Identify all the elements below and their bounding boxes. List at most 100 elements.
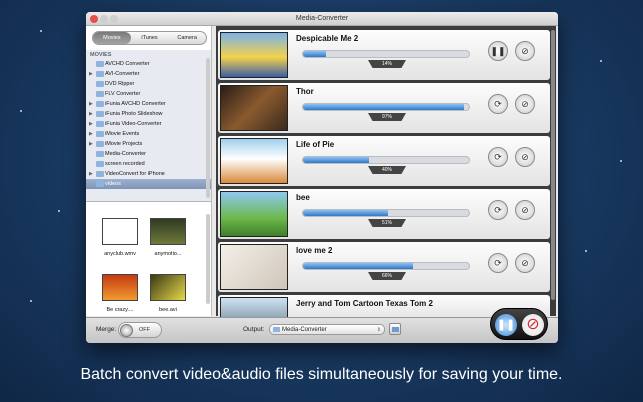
source-item[interactable]: FLV Converter (86, 89, 211, 99)
reconvert-button[interactable]: ⟳ (488, 94, 508, 114)
promo-caption: Batch convert video&audio files simultan… (80, 366, 563, 383)
folder-icon (96, 71, 104, 77)
bottom-toolbar: Merge: OFF Output: Media-Converter ⇕ ❚❚ … (86, 308, 558, 343)
cancel-button[interactable]: ⊘ (515, 147, 535, 167)
source-item-label: iMovie Projects (105, 141, 143, 147)
minimize-window-button[interactable] (100, 15, 108, 23)
disclosure-triangle-icon[interactable]: ▶ (89, 99, 93, 109)
merge-state: OFF (139, 327, 150, 333)
video-thumbnail (220, 297, 288, 319)
thumbnail-label: bee.avi (159, 307, 177, 313)
thumbnail-image (102, 218, 138, 245)
source-item[interactable]: ▶ iFunia Photo Slideshow (86, 109, 211, 119)
source-item[interactable]: screen recorded (86, 159, 211, 169)
source-item[interactable]: Media-Converter (86, 149, 211, 159)
folder-icon (96, 121, 104, 127)
stop-all-button[interactable]: ⊘ (522, 314, 544, 336)
star (58, 210, 60, 212)
progress-bar (302, 103, 470, 111)
conversion-row[interactable]: Despicable Me 2 14% ❚❚ ⊘ (218, 30, 550, 80)
thumbnail-item[interactable]: bee.avi (146, 274, 190, 313)
source-item[interactable]: ▶ iMovie Events (86, 129, 211, 139)
thumbnail-item[interactable]: anymotio... (146, 218, 190, 257)
source-list-scrollbar[interactable] (206, 58, 210, 198)
output-folder-select[interactable]: Media-Converter ⇕ (269, 324, 385, 335)
star (40, 30, 42, 32)
progress-label: 51% (368, 219, 406, 227)
conversion-title: bee (296, 193, 310, 202)
conversion-row[interactable]: bee 51% ⟳ ⊘ (218, 189, 550, 239)
folder-icon (96, 91, 104, 97)
source-item-label: iFunia Photo Slideshow (105, 111, 163, 117)
folder-icon (273, 327, 280, 332)
thumbnail-browser: anyclub.wmv anymotio... Be crazy.... bee… (86, 204, 211, 316)
disclosure-triangle-icon[interactable]: ▶ (89, 169, 93, 179)
browse-folder-button[interactable] (389, 323, 401, 335)
title-bar: Media-Converter (86, 12, 558, 26)
conversion-row[interactable]: Life of Pie 40% ⟳ ⊘ (218, 136, 550, 186)
source-item[interactable]: ▶ AVI-Converter (86, 69, 211, 79)
progress-bar (302, 262, 470, 270)
star (600, 60, 602, 62)
conversion-scrollbar[interactable] (551, 30, 555, 300)
progress-label: 14% (368, 60, 406, 68)
source-item[interactable]: ▶ iFunia AVCHD Converter (86, 99, 211, 109)
disclosure-triangle-icon[interactable]: ▶ (89, 119, 93, 129)
reconvert-button[interactable]: ⟳ (488, 147, 508, 167)
progress-fill (303, 157, 370, 163)
progress-label: 40% (368, 166, 406, 174)
folder-icon (96, 131, 104, 137)
main-control-panel: ❚❚ ⊘ (490, 308, 548, 340)
progress-fill (303, 51, 327, 57)
thumbnail-item[interactable]: anyclub.wmv (98, 218, 142, 257)
progress-label: 66% (368, 272, 406, 280)
folder-icon (96, 151, 104, 157)
progress-fill (303, 104, 465, 110)
merge-label: Merge: (96, 326, 117, 333)
source-item[interactable]: ▶ VideoConvert for iPhone (86, 169, 211, 179)
pause-all-button[interactable]: ❚❚ (495, 314, 517, 336)
zoom-window-button[interactable] (110, 15, 118, 23)
cancel-button[interactable]: ⊘ (515, 253, 535, 273)
tab-camera[interactable]: Camera (168, 32, 206, 44)
tab-movies[interactable]: Movies (93, 32, 131, 44)
folder-icon (392, 327, 399, 332)
source-item-label: iMovie Events (105, 131, 140, 137)
source-list: MOVIES AVCHD Converter ▶ AVI-Converter DVD … (86, 50, 211, 202)
source-item-label: screen recorded (105, 161, 145, 167)
disclosure-triangle-icon[interactable]: ▶ (89, 139, 93, 149)
merge-toggle[interactable]: OFF (118, 322, 162, 338)
pause-button[interactable]: ❚❚ (488, 41, 508, 61)
cancel-button[interactable]: ⊘ (515, 41, 535, 61)
source-item[interactable]: AVCHD Converter (86, 59, 211, 69)
disclosure-triangle-icon[interactable]: ▶ (89, 109, 93, 119)
cancel-button[interactable]: ⊘ (515, 200, 535, 220)
conversion-row[interactable]: Thor 97% ⟳ ⊘ (218, 83, 550, 133)
disclosure-triangle-icon[interactable]: ▶ (89, 69, 93, 79)
tab-itunes[interactable]: iTunes (131, 32, 169, 44)
thumbnail-image (150, 274, 186, 301)
conversion-title: Life of Pie (296, 140, 335, 149)
cancel-button[interactable]: ⊘ (515, 94, 535, 114)
output-folder-value: Media-Converter (282, 327, 327, 333)
thumbnail-scrollbar[interactable] (206, 214, 210, 304)
source-item-label: VideoConvert for iPhone (105, 171, 165, 177)
reconvert-button[interactable]: ⟳ (488, 200, 508, 220)
disclosure-triangle-icon[interactable]: ▶ (89, 129, 93, 139)
video-thumbnail (220, 191, 288, 237)
window-title: Media-Converter (295, 15, 349, 22)
source-item[interactable]: DVD Ripper (86, 79, 211, 89)
conversion-row[interactable]: love me 2 66% ⟳ ⊘ (218, 242, 550, 292)
conversion-title: love me 2 (296, 246, 333, 255)
source-item[interactable]: ▶ iMovie Projects (86, 139, 211, 149)
video-thumbnail (220, 244, 288, 290)
source-item[interactable]: videos (86, 179, 211, 189)
source-item-label: FLV Converter (105, 91, 141, 97)
thumbnail-item[interactable]: Be crazy.... (98, 274, 142, 313)
close-window-button[interactable] (90, 15, 98, 23)
thumbnail-image (150, 218, 186, 245)
reconvert-button[interactable]: ⟳ (488, 253, 508, 273)
progress-fill (303, 263, 413, 269)
source-item[interactable]: ▶ iFunia Video-Converter (86, 119, 211, 129)
source-item-label: Media-Converter (105, 151, 146, 157)
